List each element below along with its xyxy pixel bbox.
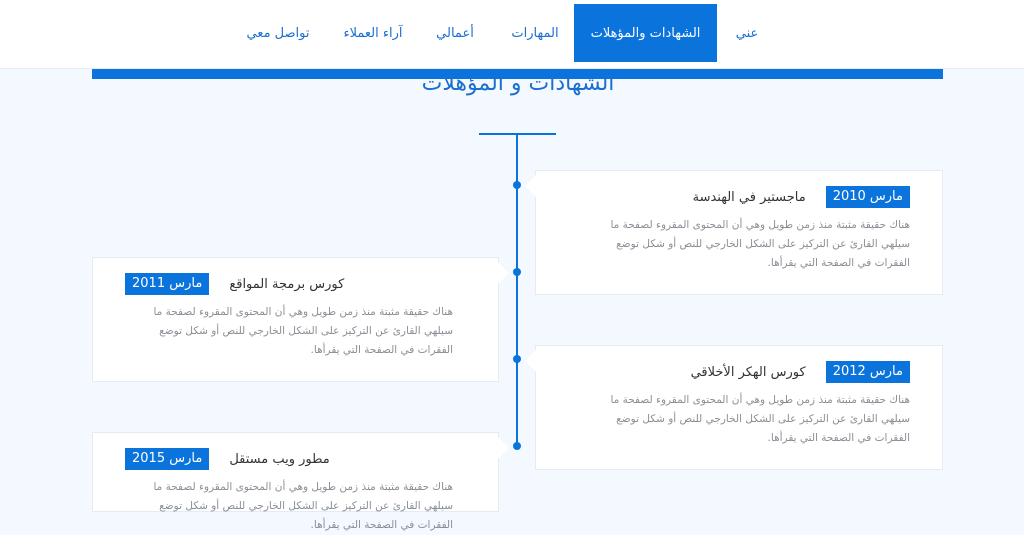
card-header: مارس 2010 ماجستير في الهندسة: [693, 186, 910, 208]
timeline-dot: [513, 181, 521, 189]
card-header: كورس برمجة المواقع مارس 2011: [125, 273, 344, 295]
card-description: هناك حقيقة مثبتة منذ زمن طويل وهي أن الم…: [153, 481, 453, 531]
date-badge: مارس 2011: [125, 273, 210, 295]
nav-item-about[interactable]: عني: [722, 4, 772, 62]
date-badge: مارس 2015: [125, 448, 210, 470]
date-badge: مارس 2010: [825, 186, 910, 208]
nav-item-skills[interactable]: المهارات: [500, 4, 570, 62]
card-title: ماجستير في الهندسة: [692, 189, 806, 205]
timeline-card: كورس برمجة المواقع مارس 2011 هناك حقيقة …: [92, 257, 509, 382]
section-title: الشهادات و المؤهلات: [421, 71, 615, 96]
card-header: مطور ويب مستقل مارس 2015: [125, 448, 330, 470]
card-title: كورس الهكر الأخلاقي: [690, 364, 806, 380]
card-description: هناك حقيقة مثبتة منذ زمن طويل وهي أن الم…: [610, 219, 910, 269]
card-title: مطور ويب مستقل: [229, 451, 330, 467]
top-navbar: عني الشهادات والمؤهلات المهارات أعمالي آ…: [0, 0, 1024, 69]
timeline-dot: [513, 355, 521, 363]
card-description: هناك حقيقة مثبتة منذ زمن طويل وهي أن الم…: [153, 306, 453, 356]
timeline-dot: [513, 442, 521, 450]
date-badge: مارس 2012: [825, 361, 910, 383]
nav-item-portfolio[interactable]: أعمالي: [424, 4, 486, 62]
nav-item-testimonials[interactable]: آراء العملاء: [328, 4, 418, 62]
timeline-card: مارس 2010 ماجستير في الهندسة هناك حقيقة …: [525, 170, 943, 295]
card-header: مارس 2012 كورس الهكر الأخلاقي: [691, 361, 910, 383]
card-description: هناك حقيقة مثبتة منذ زمن طويل وهي أن الم…: [610, 394, 910, 444]
nav-item-certificates[interactable]: الشهادات والمؤهلات: [574, 4, 717, 62]
nav-item-contact[interactable]: تواصل معي: [236, 4, 320, 62]
timeline-card: مطور ويب مستقل مارس 2015 هناك حقيقة مثبت…: [92, 432, 509, 531]
card-title: كورس برمجة المواقع: [229, 276, 345, 292]
timeline-dot: [513, 268, 521, 276]
timeline-card: مارس 2012 كورس الهكر الأخلاقي هناك حقيقة…: [525, 345, 943, 470]
